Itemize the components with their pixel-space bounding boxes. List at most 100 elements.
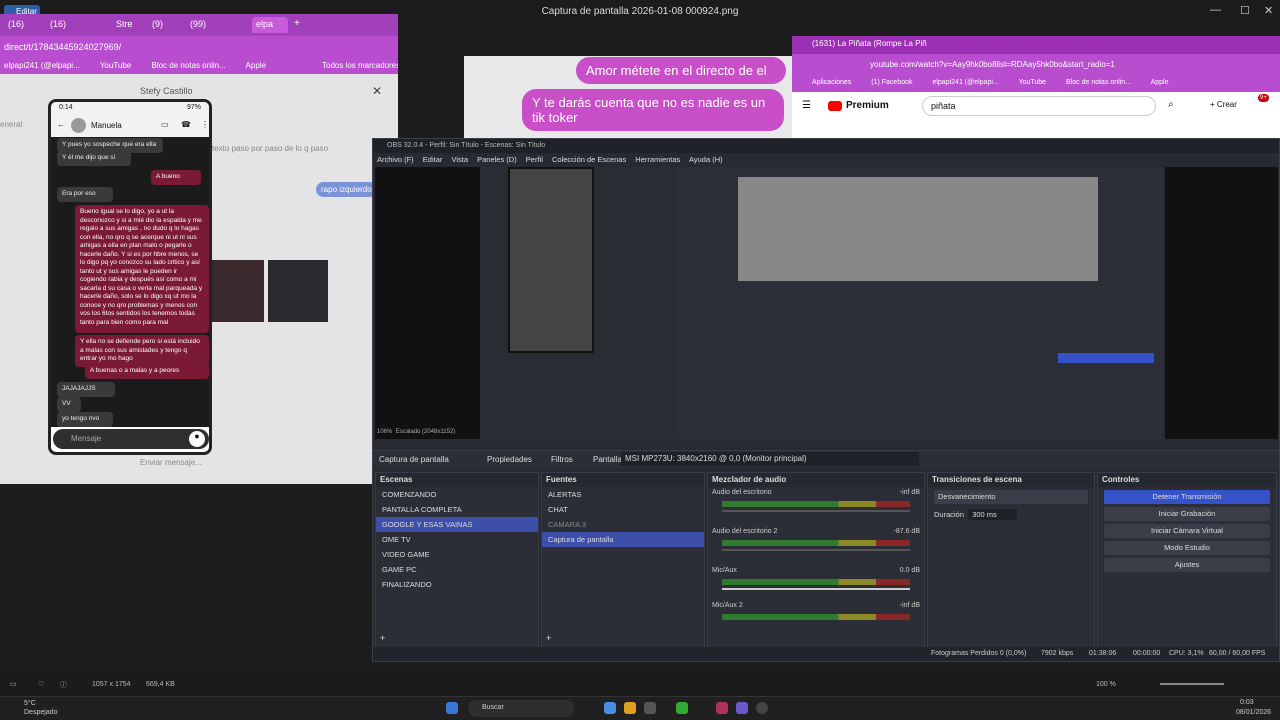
more-icon[interactable]: ⋮ [201, 120, 209, 129]
chrome-icon[interactable] [624, 702, 636, 714]
source-item[interactable]: CHAT [542, 502, 704, 517]
tab-active[interactable]: (1631) La Piñata (Rompe La Piñ [792, 36, 1280, 54]
bookmark[interactable]: Apple [246, 61, 266, 70]
start-icon[interactable] [446, 702, 458, 714]
bookmark[interactable]: Apple [1151, 79, 1169, 86]
start-recording-button[interactable]: Iniciar Grabación [1104, 507, 1270, 521]
bookmark[interactable]: Aplicaciones [812, 79, 851, 86]
virtual-camera-button[interactable]: Iniciar Cámara Virtual [1104, 524, 1270, 538]
mic-icon[interactable]: ● [189, 431, 205, 447]
duration-row: Duración 300 ms [928, 507, 1094, 522]
maximize-icon[interactable]: ☐ [1240, 4, 1250, 17]
message-input[interactable]: Enviar mensaje... [140, 458, 202, 467]
studio-mode-button[interactable]: Modo Estudio [1104, 541, 1270, 555]
volume-meter [722, 501, 910, 507]
obs-icon[interactable] [756, 702, 768, 714]
minimize-icon[interactable]: — [1210, 4, 1221, 16]
tab[interactable]: (99) [186, 17, 216, 33]
transitions-dock: Transiciones de escena Desvanecimiento D… [927, 472, 1095, 648]
address-bar[interactable]: youtube.com/watch?v=Aay9hk0bo8list=RDAay… [792, 54, 1280, 76]
scene-item-selected[interactable]: GOOGLE Y ESAS VAINAS [376, 517, 538, 532]
stop-stream-button[interactable]: Detener Transmisión [1104, 490, 1270, 504]
app-icon[interactable] [604, 702, 616, 714]
menu-item[interactable]: Paneles (D) [477, 155, 517, 164]
bookmark[interactable]: elpapi241 (@elpapi... [932, 79, 998, 86]
duration-input[interactable]: 300 ms [968, 509, 1017, 520]
taskbar-search[interactable]: Buscar [468, 700, 574, 717]
message: Y ella no se defiende pero si está inclu… [75, 335, 209, 367]
source-item[interactable]: CAMARA 3 [542, 517, 704, 532]
screen-select[interactable]: MSI MP273U: 3840x2160 @ 0,0 (Monitor pri… [621, 452, 919, 466]
favorite-icon[interactable]: ♡ [38, 680, 44, 688]
video-icon[interactable]: ▭ [161, 120, 169, 129]
bookmark[interactable]: YouTube [100, 61, 131, 70]
search-input[interactable]: piñata [922, 96, 1156, 116]
tab-active[interactable]: elpa [252, 17, 288, 33]
filmstrip-icon[interactable]: ▭ [10, 680, 17, 688]
settings-button[interactable]: Ajustes [1104, 558, 1270, 572]
message: A bueno [151, 170, 201, 185]
menu-item[interactable]: Perfil [526, 155, 543, 164]
close-icon[interactable]: ✕ [1264, 4, 1273, 17]
scene-item[interactable]: VIDEO GAME [376, 547, 538, 562]
obs-preview[interactable]: 106% Escalado (2048x1152) [375, 167, 1278, 439]
bookmark[interactable]: Todos los marcadores [322, 61, 398, 70]
explorer-icon[interactable] [644, 702, 656, 714]
side-label: eneral [0, 120, 23, 129]
new-tab-icon[interactable]: + [294, 18, 300, 29]
tab[interactable]: (16) [4, 17, 44, 33]
app-icon[interactable] [716, 702, 728, 714]
scene-item[interactable]: FINALIZANDO [376, 577, 538, 592]
sources-dock: Fuentes ALERTAS CHAT CAMARA 3 Captura de… [541, 472, 705, 648]
bookmark[interactable]: (1) Facebook [871, 79, 912, 86]
properties-button[interactable]: Propiedades [487, 455, 532, 464]
bookmark[interactable]: YouTube [1019, 79, 1047, 86]
tab-strip: (16) (16) Stre (9) (99) elpa + [0, 14, 398, 36]
weather-desc: Despejado [24, 709, 58, 716]
create-button[interactable]: + Crear [1210, 100, 1237, 109]
add-scene-icon[interactable]: + [380, 633, 385, 643]
message-input[interactable]: Mensaje [53, 429, 209, 449]
volume-slider[interactable] [722, 510, 910, 512]
tab[interactable]: (16) [46, 17, 86, 33]
scene-item[interactable]: PANTALLA COMPLETA [376, 502, 538, 517]
app-icon[interactable] [676, 702, 688, 714]
menu-item[interactable]: Ayuda (H) [689, 155, 723, 164]
volume-slider[interactable] [722, 588, 910, 590]
bookmark[interactable]: Bloc de notas onlin... [1066, 79, 1131, 86]
tab[interactable]: Stre [112, 17, 146, 33]
transition-select[interactable]: Desvanecimiento [934, 490, 1088, 504]
scene-item[interactable]: OME TV [376, 532, 538, 547]
add-source-icon[interactable]: + [546, 633, 551, 643]
phone-icon[interactable]: ☎ [181, 120, 191, 129]
bookmarks-bar: elpapi241 (@elpapi... YouTube Bloc de no… [0, 58, 398, 74]
back-icon[interactable]: ← [57, 120, 65, 129]
scene-item[interactable]: COMENZANDO [376, 487, 538, 502]
volume-slider[interactable] [722, 549, 910, 551]
close-icon[interactable]: ✕ [372, 84, 382, 98]
menu-item[interactable]: Archivo (F) [377, 155, 414, 164]
scene-item[interactable]: GAME PC [376, 562, 538, 577]
discord-icon[interactable] [736, 702, 748, 714]
source-item[interactable]: ALERTAS [542, 487, 704, 502]
image-thumb[interactable] [210, 260, 264, 322]
youtube-logo-icon[interactable] [828, 101, 842, 111]
address-bar[interactable]: direct/t/17843445924027969/ [0, 36, 398, 58]
source-item-selected[interactable]: Captura de pantalla [542, 532, 704, 547]
bookmark[interactable]: elpapi241 (@elpapi... [4, 61, 80, 70]
transitions-title: Transiciones de escena [928, 473, 1094, 487]
scenes-dock: Escenas COMENZANDO PANTALLA COMPLETA GOO… [375, 472, 539, 648]
zoom-slider[interactable] [1160, 683, 1224, 685]
menu-item[interactable]: Colección de Escenas [552, 155, 626, 164]
zoom-level[interactable]: 100 % [1096, 681, 1116, 688]
filters-button[interactable]: Filtros [551, 455, 573, 464]
menu-icon[interactable]: ☰ [802, 100, 811, 111]
bookmark[interactable]: Bloc de notas onlin... [151, 61, 225, 70]
menu-item[interactable]: Editar [423, 155, 443, 164]
info-icon[interactable]: ⓘ [60, 680, 67, 690]
search-icon[interactable]: ⌕ [1168, 99, 1174, 110]
tab[interactable]: (9) [148, 17, 178, 33]
image-thumb[interactable] [268, 260, 328, 322]
menu-item[interactable]: Herramientas [635, 155, 680, 164]
menu-item[interactable]: Vista [451, 155, 468, 164]
